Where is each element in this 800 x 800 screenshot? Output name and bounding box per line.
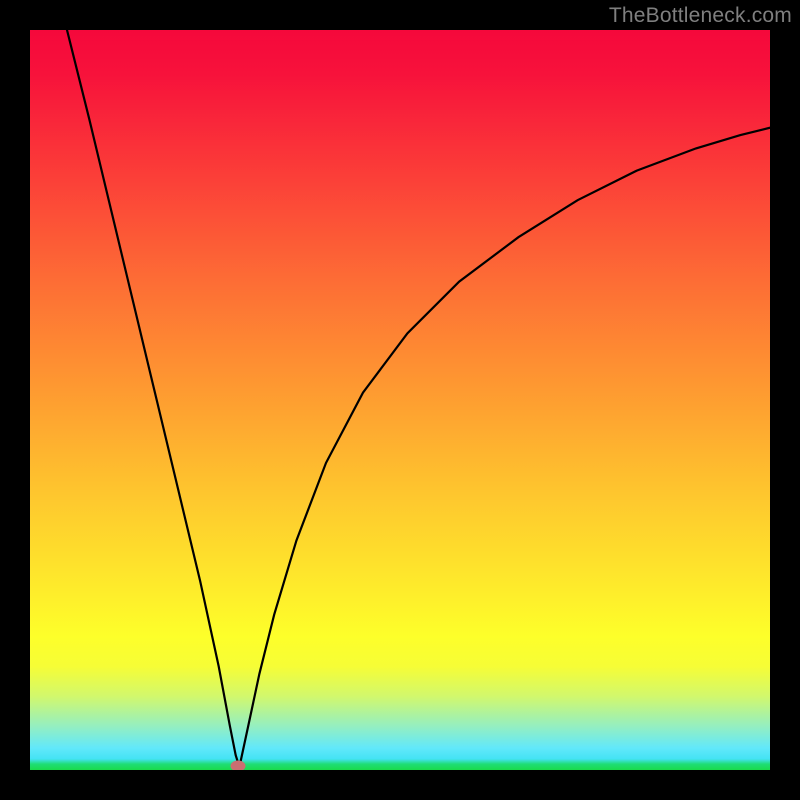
watermark-text: TheBottleneck.com: [609, 4, 792, 28]
bottleneck-curve: [30, 30, 770, 770]
chart-canvas: TheBottleneck.com: [0, 0, 800, 800]
minimum-marker: [230, 760, 245, 770]
plot-area: [30, 30, 770, 770]
